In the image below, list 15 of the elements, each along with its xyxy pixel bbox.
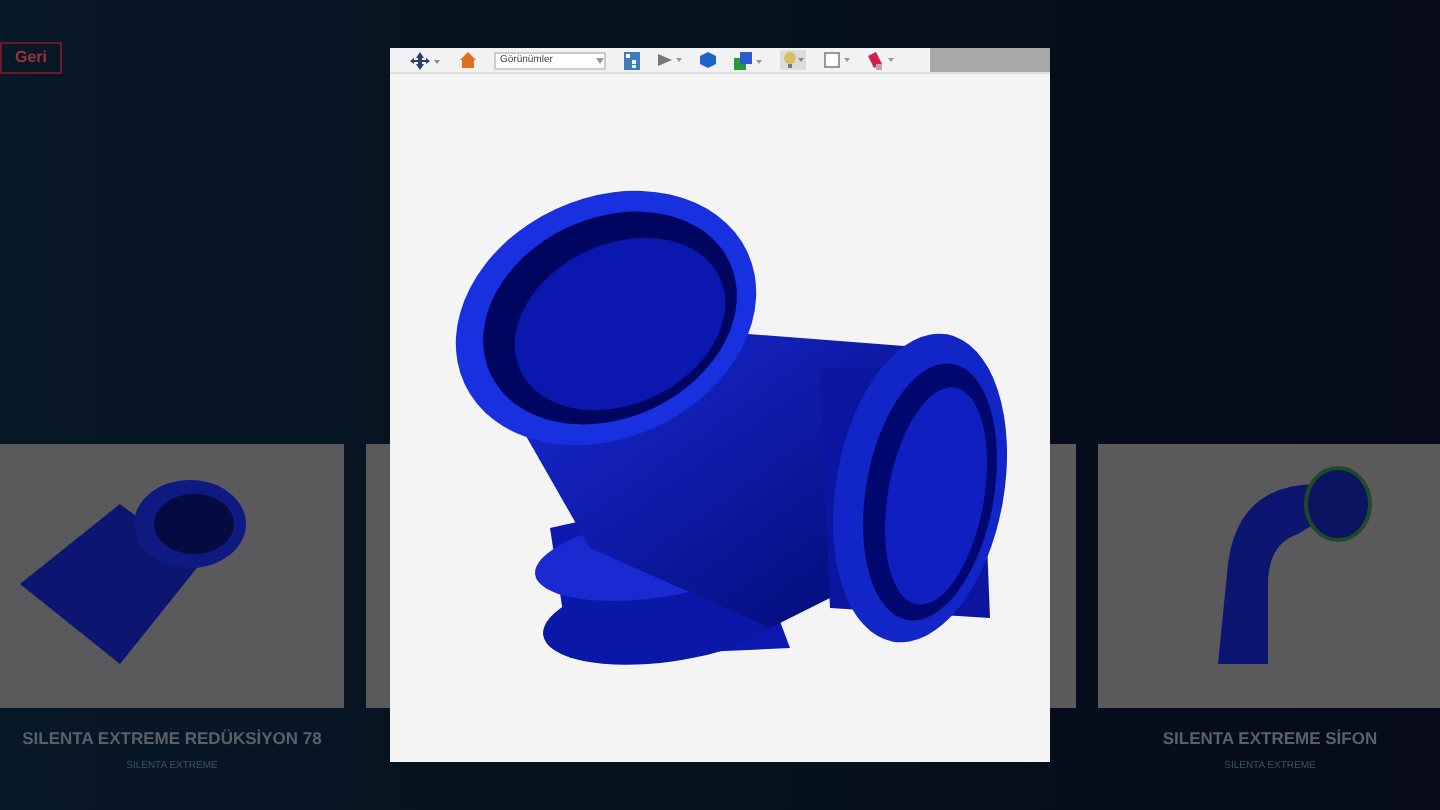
product-card[interactable] xyxy=(1098,444,1440,708)
play-icon[interactable] xyxy=(658,52,682,68)
caret-icon xyxy=(596,57,604,63)
bulb-icon[interactable] xyxy=(780,50,806,70)
product-title: SILENTA EXTREME REDÜKSİYON 78 xyxy=(22,726,322,752)
boxes-icon[interactable] xyxy=(734,51,762,69)
cube-icon[interactable] xyxy=(700,52,716,68)
home-icon[interactable] xyxy=(460,52,476,68)
paint-icon[interactable] xyxy=(868,51,894,69)
product-title: SILENTA EXTREME SİFON xyxy=(1162,726,1378,752)
product-card[interactable] xyxy=(0,444,344,708)
toolbar-strip xyxy=(930,48,1050,72)
tree-icon[interactable] xyxy=(624,51,640,69)
move-icon[interactable] xyxy=(410,51,442,69)
square-icon[interactable] xyxy=(824,52,850,68)
